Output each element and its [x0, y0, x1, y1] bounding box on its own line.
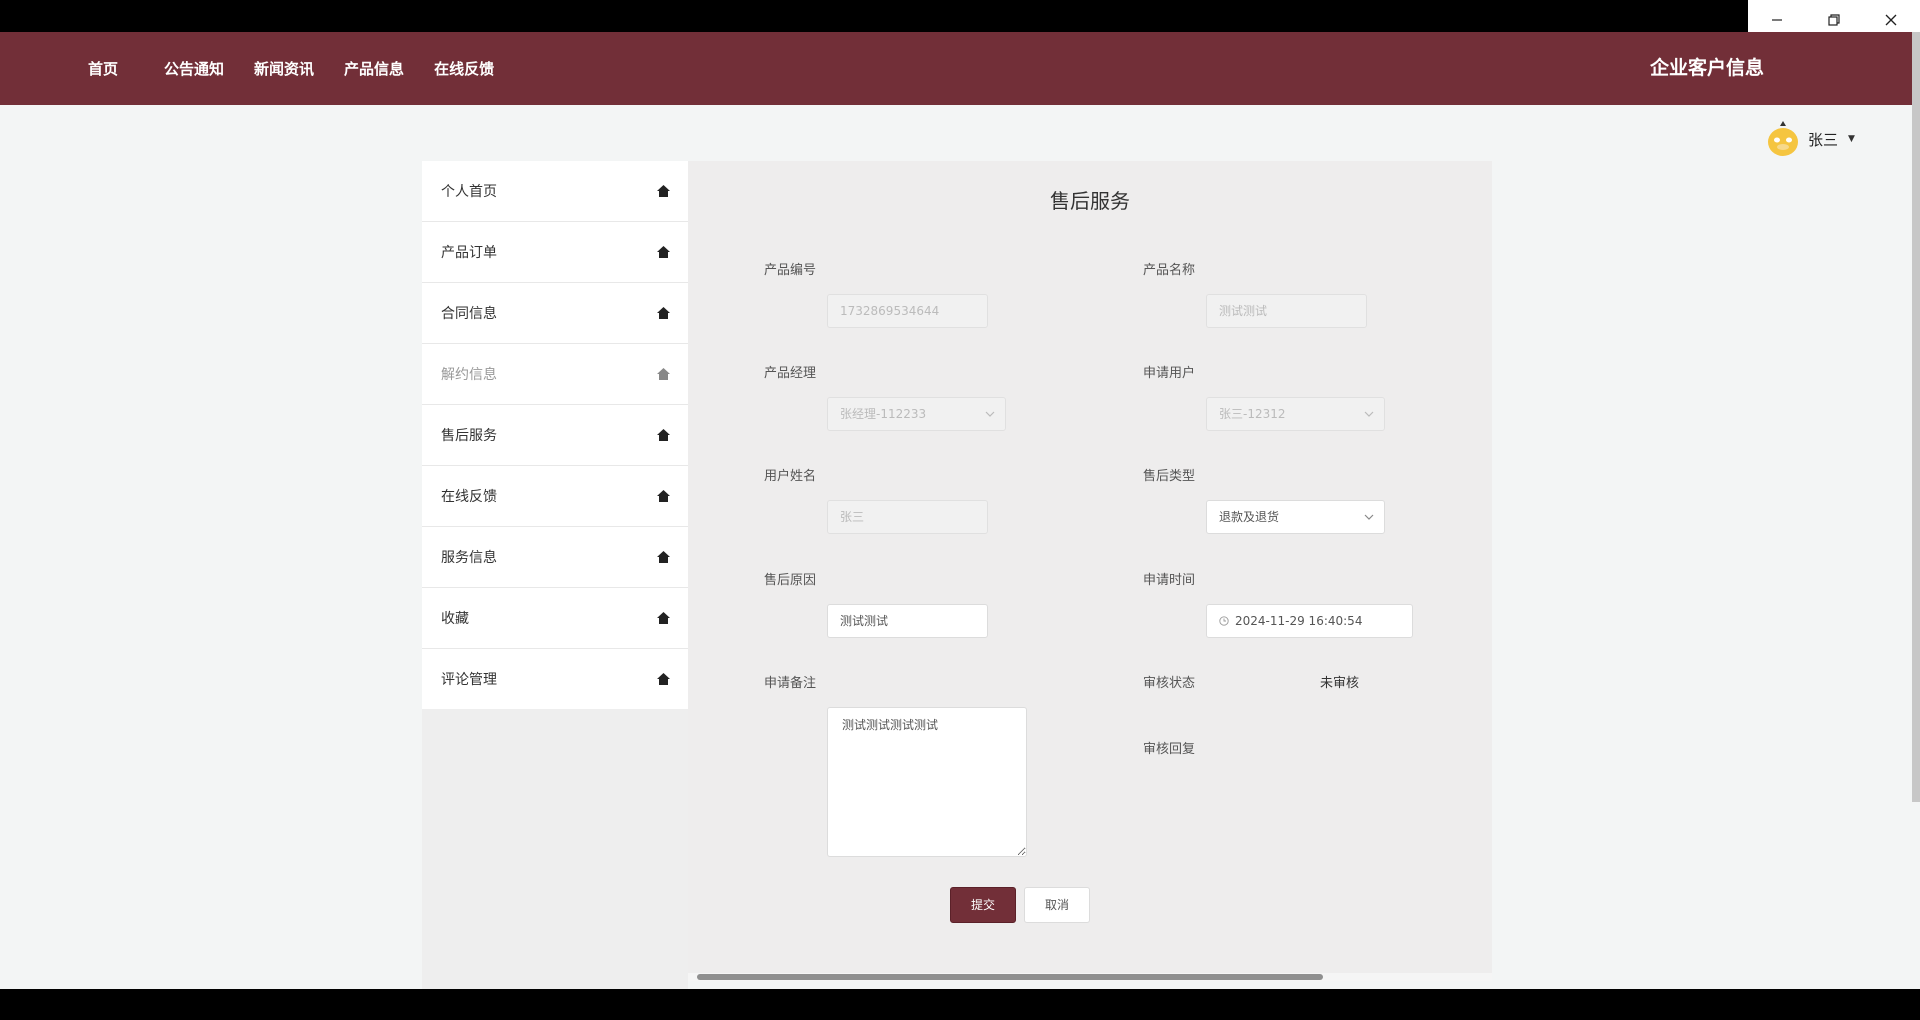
sidebar-item-label: 评论管理	[441, 672, 497, 688]
home-icon	[657, 185, 670, 197]
cancel-button[interactable]: 取消	[1024, 887, 1090, 923]
product-manager-value: 张经理-112233	[840, 407, 927, 421]
user-name-label: 用户姓名	[764, 469, 817, 484]
top-navigation: 首页 公告通知 新闻资讯 产品信息 在线反馈 企业客户信息	[0, 32, 1920, 105]
apply-time-value: 2024-11-29 16:40:54	[1235, 614, 1363, 628]
chevron-down-icon	[1364, 514, 1374, 520]
sidebar-item-label: 在线反馈	[441, 489, 497, 505]
home-icon	[657, 490, 670, 502]
nav-item-news[interactable]: 新闻资讯	[254, 58, 314, 79]
chevron-down-icon	[985, 411, 995, 417]
home-icon	[657, 612, 670, 624]
avatar	[1768, 121, 1798, 156]
product-manager-select[interactable]: 张经理-112233	[827, 397, 1006, 431]
sidebar-item-favorites[interactable]: 收藏	[422, 588, 688, 649]
nav-menu: 首页 公告通知 新闻资讯 产品信息 在线反馈	[88, 32, 524, 105]
sidebar-item-comments[interactable]: 评论管理	[422, 649, 688, 709]
product-no-input[interactable]: 1732869534644	[827, 294, 988, 328]
home-icon	[657, 368, 670, 380]
submit-button[interactable]: 提交	[950, 887, 1016, 923]
chevron-down-icon	[1364, 411, 1374, 417]
page-title: 售后服务	[1050, 189, 1130, 213]
sidebar-item-service-info[interactable]: 服务信息	[422, 527, 688, 588]
sidebar-item-product-orders[interactable]: 产品订单	[422, 222, 688, 283]
vertical-scrollbar[interactable]	[1912, 32, 1920, 802]
service-type-label: 售后类型	[1143, 469, 1196, 484]
home-icon	[657, 551, 670, 563]
nav-item-products[interactable]: 产品信息	[344, 58, 404, 79]
sidebar-item-label: 服务信息	[441, 550, 497, 566]
nav-item-feedback[interactable]: 在线反馈	[434, 58, 494, 79]
nav-item-notices[interactable]: 公告通知	[164, 58, 224, 79]
user-name: 张三	[1808, 130, 1839, 149]
apply-time-label: 申请时间	[1143, 573, 1196, 588]
sidebar-item-label: 个人首页	[441, 184, 497, 200]
after-sales-form-panel: 售后服务 产品编号 1732869534644 产品名称 测试测试 产品经理 张…	[688, 161, 1492, 973]
horizontal-scrollbar-thumb[interactable]	[697, 974, 1323, 980]
audit-status-value: 未审核	[1320, 676, 1360, 691]
nav-item-home[interactable]: 首页	[88, 58, 118, 79]
clock-icon	[1219, 616, 1229, 626]
caret-down-icon[interactable]: ▼	[1848, 134, 1855, 144]
apply-user-select[interactable]: 张三-12312	[1206, 397, 1385, 431]
sidebar-item-label: 产品订单	[441, 245, 497, 261]
sidebar-item-terminations[interactable]: 解约信息	[422, 344, 688, 405]
home-icon	[657, 673, 670, 685]
product-no-label: 产品编号	[764, 263, 817, 278]
home-icon	[657, 429, 670, 441]
sidebar-item-label: 售后服务	[441, 428, 497, 444]
service-type-value: 退款及退货	[1219, 510, 1280, 524]
reason-label: 售后原因	[764, 573, 817, 588]
product-name-label: 产品名称	[1143, 263, 1196, 278]
sidebar-item-contracts[interactable]: 合同信息	[422, 283, 688, 344]
user-name-input[interactable]: 张三	[827, 500, 988, 534]
sidebar-item-label: 收藏	[441, 611, 469, 627]
sidebar-background	[422, 709, 688, 989]
apply-user-label: 申请用户	[1143, 366, 1196, 381]
audit-status-label: 审核状态	[1143, 676, 1196, 691]
sidebar-item-label: 解约信息	[441, 367, 497, 383]
sidebar-item-after-sales[interactable]: 售后服务	[422, 405, 688, 466]
audit-reply-label: 审核回复	[1143, 742, 1196, 757]
remark-label: 申请备注	[764, 676, 817, 691]
sidebar-item-feedback[interactable]: 在线反馈	[422, 466, 688, 527]
home-icon	[657, 246, 670, 258]
sidebar-item-profile-home[interactable]: 个人首页	[422, 161, 688, 222]
taskbar-area	[0, 989, 1920, 1020]
home-icon	[657, 307, 670, 319]
apply-user-value: 张三-12312	[1219, 407, 1286, 421]
sidebar-item-label: 合同信息	[441, 306, 497, 322]
remark-textarea[interactable]: 测试测试测试测试	[827, 707, 1027, 857]
service-type-select[interactable]: 退款及退货	[1206, 500, 1385, 534]
product-name-input[interactable]: 测试测试	[1206, 294, 1367, 328]
product-manager-label: 产品经理	[764, 366, 817, 381]
window-titlebar	[0, 0, 1920, 32]
brand-title: 企业客户信息	[1649, 57, 1764, 79]
apply-time-picker[interactable]: 2024-11-29 16:40:54	[1206, 604, 1413, 638]
reason-input[interactable]: 测试测试	[827, 604, 988, 638]
sidebar: 个人首页 产品订单 合同信息 解约信息 售后服务 在线反馈 服务信息 收藏 评论…	[422, 161, 688, 709]
user-menu[interactable]: 张三 ▼	[1766, 120, 1855, 158]
